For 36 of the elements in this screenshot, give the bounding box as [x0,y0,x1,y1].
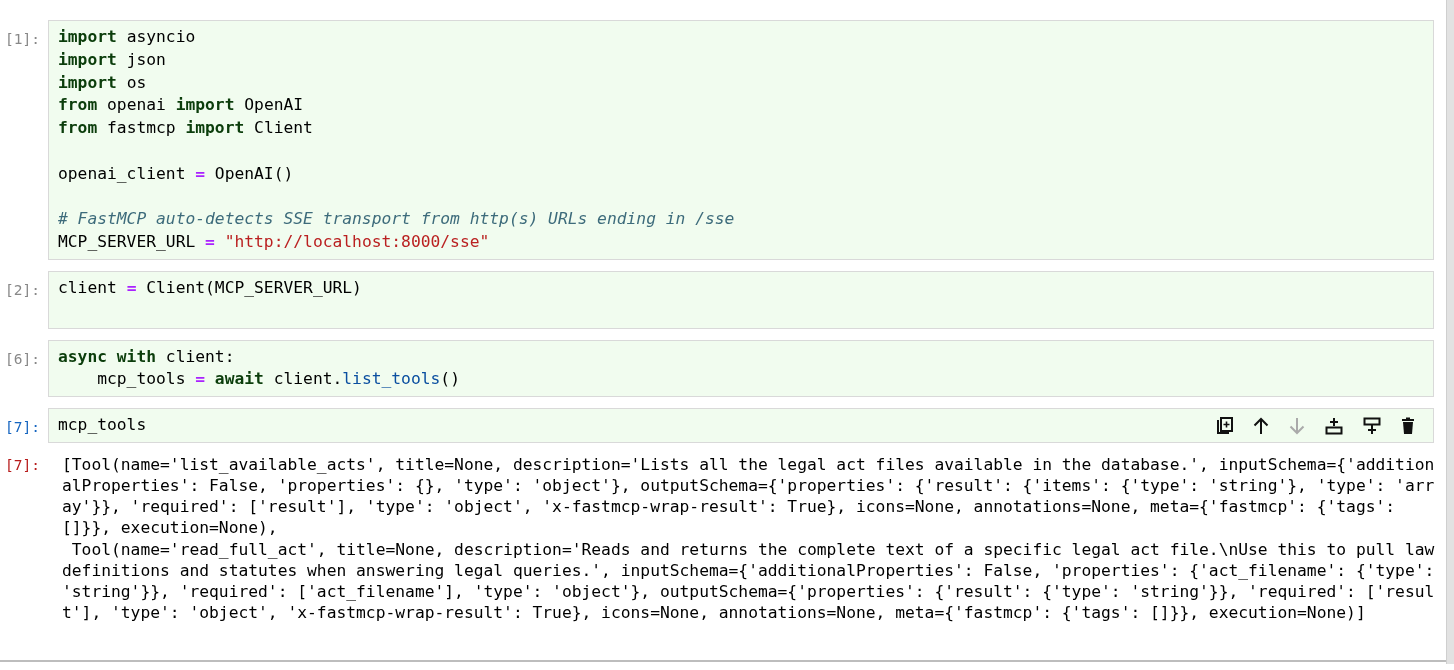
output-line: t'], 'type': 'object', 'x-fastmcp-wrap-result': True}, icons=None, annotations=None, meta={'fastmcp': {'tags': []}}, execution=None)] [62,601,1367,623]
code-line: import os [58,71,147,94]
output-line: []}}, execution=None), [62,517,279,539]
code-line: openai_client = OpenAI() [58,162,294,185]
code-line: from fastmcp import Client [58,117,313,140]
input-prompt: [7]: [4,418,41,438]
input-prompt: [1]: [4,30,41,49]
code-cell-editor[interactable]: mcp_tools [48,408,1435,444]
code-line: import json [58,48,166,71]
scrollbar[interactable] [1446,0,1454,664]
code-cell-editor[interactable]: async with client: mcp_tools = await client.list_tools() [48,339,1435,398]
output-line: 'string'}}, 'required': ['act_filename'], 'type': 'object'}, outputSchema={'properties': {'result': {'type': 'string'}}, 'required': ['resul [62,580,1435,602]
input-prompt: [6]: [4,349,41,369]
code-line: # FastMCP auto-detects SSE transport from http(s) URLs ending in /sse [58,208,735,231]
code-line: from openai import OpenAI [58,94,304,117]
insert-above-icon [1325,417,1344,436]
output-line: Tool(name='read_full_act', title=None, description='Reads and returns the complete text of a specific legal act file.\nUse this to pull law [70,538,1435,560]
code-line: mcp_tools = await client.list_tools() [96,368,460,391]
output-line: definitions and statutes when answering legal queries.', inputSchema={'additionalProperties': False, 'properties': {'act_filename': {'type': [62,559,1435,581]
code-line: mcp_tools [58,414,147,437]
output-prompt: [7]: [4,456,41,476]
up-arrow-icon [1253,417,1270,436]
insert-below-icon [1363,417,1382,436]
code-line: client = Client(MCP_SERVER_URL) [58,276,362,299]
down-arrow-icon [1289,417,1306,436]
output-line: ay'}}, 'required': ['result'], 'type': 'object', 'x-fastmcp-wrap-result': True}, icons=None, annotations=None, meta={'fastmcp': {'tags': [62,496,1397,518]
code-line: import asyncio [58,26,196,48]
code-cell-editor[interactable]: client = Client(MCP_SERVER_URL) [48,270,1435,329]
code-line: async with client: [58,345,235,368]
output-line: [Tool(name='list_available_acts', title=None, description='Lists all the legal act files available in the database.', inputSchema={'addition [62,454,1435,476]
code-cell-editor[interactable] [48,20,1435,260]
trash-icon [1401,417,1416,436]
input-prompt: [2]: [4,280,41,300]
output-line: alProperties': False, 'properties': {}, 'type': 'object'}, outputSchema={'properties': {'result': {'items': {'type': 'string'}, 'type': 'arr [62,475,1435,497]
duplicate-icon [1217,417,1234,436]
code-line: MCP_SERVER_URL = "http://localhost:8000/sse" [58,231,490,254]
